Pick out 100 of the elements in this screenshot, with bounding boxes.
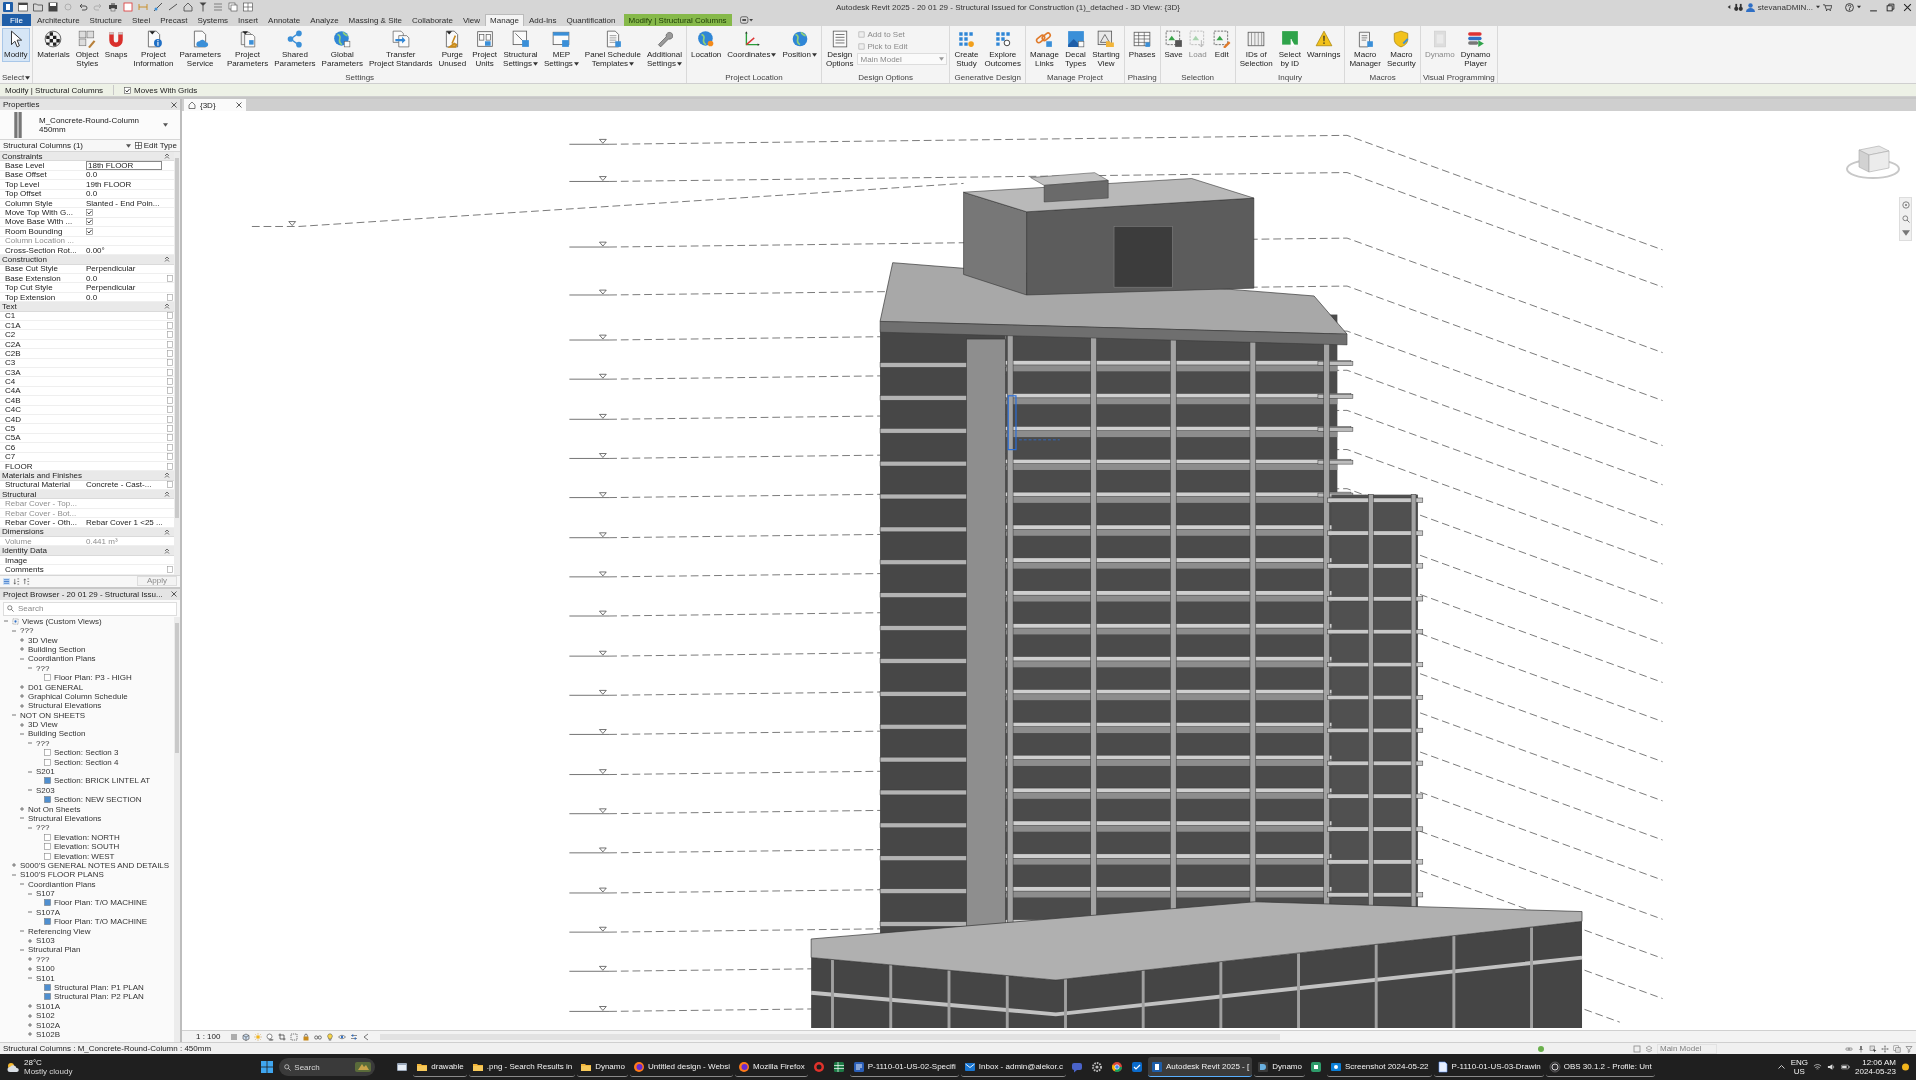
ribbon-button[interactable]: Structural Settings <box>501 28 540 71</box>
frame-icon[interactable] <box>290 1032 299 1041</box>
parameter-button[interactable] <box>167 462 173 470</box>
weather-cloud-icon[interactable] <box>6 1061 20 1073</box>
parameter-button[interactable] <box>167 359 173 367</box>
tree-item[interactable]: S102 <box>36 1011 55 1021</box>
collapse-icon[interactable] <box>11 627 17 634</box>
parameter-button[interactable] <box>167 443 173 451</box>
help-icon[interactable] <box>1845 2 1854 12</box>
parameter-button[interactable] <box>167 434 173 442</box>
expand-icon[interactable] <box>19 637 25 644</box>
ribbon-button[interactable]: Modify <box>2 28 30 62</box>
tree-item[interactable]: S000'S GENERAL NOTES AND DETAILS <box>20 860 170 870</box>
lock-icon[interactable] <box>302 1032 311 1041</box>
property-group-header[interactable]: Materials and Finishes <box>0 471 174 481</box>
ribbon-button[interactable]: Phases <box>1126 28 1158 62</box>
parameter-button[interactable] <box>167 312 173 320</box>
ribbon-button[interactable]: Additional Settings <box>644 28 685 71</box>
tree-item[interactable]: 3D View <box>28 720 58 730</box>
parameter-button[interactable] <box>167 378 173 386</box>
ribbon-tab[interactable]: Annotate <box>263 14 306 26</box>
expand-icon[interactable] <box>19 721 25 728</box>
ribbon-button[interactable]: Dynamo Player <box>1458 28 1493 71</box>
taskbar-button[interactable]: Dynamo <box>1254 1057 1305 1077</box>
ribbon-tab[interactable]: Add-Ins <box>524 14 562 26</box>
weather-temperature[interactable]: 28°C <box>24 1058 73 1067</box>
tree-item[interactable]: S203 <box>36 785 55 795</box>
tree-item[interactable]: Coordiantion Plans <box>28 654 96 664</box>
scrollbar-thumb[interactable] <box>175 622 179 753</box>
clock-time[interactable]: 12:06 AM <box>1862 1058 1896 1067</box>
tiled-windows-icon[interactable] <box>243 2 253 12</box>
lines-icon[interactable] <box>230 1032 239 1041</box>
checkbox[interactable] <box>86 209 93 217</box>
caret-icon[interactable] <box>1726 5 1731 9</box>
type-selector[interactable]: M_Concrete-Round-Column 450mm <box>0 110 180 140</box>
expand-icon[interactable] <box>27 1031 33 1038</box>
tree-item[interactable]: Coordiantion Plans <box>28 879 96 889</box>
property-group-header[interactable]: Identity Data <box>0 546 174 556</box>
taskbar-button[interactable]: Inbox - admin@alekor.c <box>960 1057 1066 1077</box>
parameter-button[interactable] <box>167 425 173 432</box>
network-icon[interactable] <box>1537 1044 1545 1053</box>
ribbon-button[interactable]: Project Information <box>131 28 176 71</box>
tree-item[interactable]: S100 <box>36 964 55 974</box>
collapse-icon[interactable] <box>19 881 25 888</box>
ribbon-button[interactable]: Location <box>689 28 724 62</box>
tree-item[interactable]: Structural Elevations <box>28 701 102 711</box>
tree-item[interactable]: Floor Plan: P3 - HIGH <box>54 673 132 683</box>
ribbon-button[interactable]: Transfer Project Standards <box>366 28 435 71</box>
parameter-button[interactable] <box>167 349 173 357</box>
taskbar-button[interactable]: Autodesk Revit 2025 - [ <box>1148 1057 1253 1077</box>
tree-item[interactable]: S101A <box>36 1001 61 1011</box>
ribbon-button[interactable]: Save <box>1162 28 1185 62</box>
property-group-header[interactable]: Structural <box>0 490 174 500</box>
scrollbar[interactable] <box>174 152 180 575</box>
expand-icon[interactable] <box>19 646 25 653</box>
tree-item[interactable]: S102A <box>36 1020 61 1030</box>
tree-item[interactable]: S100'S FLOOR PLANS <box>20 870 104 880</box>
tree-item[interactable]: D01 GENERAL <box>28 682 84 692</box>
tree-item[interactable]: Floor Plan: T/O MACHINE <box>54 917 148 927</box>
categorize-icon[interactable] <box>3 577 10 585</box>
collapse-icon[interactable] <box>19 946 25 953</box>
sort-descending-icon[interactable] <box>23 577 30 585</box>
ribbon-tab[interactable]: Collaborate <box>406 14 458 26</box>
tree-item[interactable]: Graphical Column Schedule <box>28 691 128 701</box>
collapse-icon[interactable] <box>19 928 25 935</box>
face-select-icon[interactable] <box>1869 1044 1877 1053</box>
parameter-button[interactable] <box>167 396 173 404</box>
lightbulb-icon[interactable] <box>326 1032 335 1041</box>
windows-start-icon[interactable] <box>261 1061 274 1073</box>
ribbon-tab[interactable]: Quantification <box>561 14 621 26</box>
expand-icon[interactable] <box>27 1012 33 1019</box>
window-icon[interactable] <box>18 2 28 12</box>
ribbon-button[interactable]: Panel Schedule Templates <box>582 28 643 71</box>
document-tab[interactable]: {3D} <box>184 99 246 111</box>
tree-item[interactable]: Floor Plan: T/O MACHINE <box>54 898 148 908</box>
expand-icon[interactable] <box>19 702 25 709</box>
tree-item[interactable]: Views (Custom Views) <box>22 616 102 626</box>
cube-icon[interactable] <box>242 1032 251 1041</box>
ribbon-tab[interactable]: Massing & Site <box>343 14 407 26</box>
filter-icon[interactable] <box>1905 1044 1913 1053</box>
tree-item[interactable]: ??? <box>36 823 50 833</box>
ribbon-tab[interactable]: View <box>457 14 486 26</box>
ribbon-button[interactable]: Position <box>780 28 819 62</box>
collapse-icon[interactable] <box>3 618 9 625</box>
property-group-header[interactable]: Text <box>0 302 174 312</box>
collapse-icon[interactable] <box>27 909 33 916</box>
tree-item[interactable]: Section: Section 3 <box>54 748 119 758</box>
save-icon[interactable] <box>48 2 58 12</box>
binoculars-icon[interactable] <box>1733 2 1743 12</box>
speaker-icon[interactable] <box>1827 1063 1837 1071</box>
tree-item[interactable]: Elevation: WEST <box>54 851 115 861</box>
underlay-icon[interactable] <box>1893 1044 1901 1053</box>
restore-icon[interactable] <box>1886 2 1895 12</box>
expand-icon[interactable] <box>19 693 25 700</box>
ribbon-button[interactable]: Object Styles <box>73 28 101 71</box>
pin-icon[interactable] <box>1857 1044 1865 1053</box>
tree-item[interactable]: S101 <box>36 973 55 983</box>
tree-item[interactable]: ??? <box>36 954 50 964</box>
ribbon-button[interactable]: Materials <box>35 28 72 62</box>
ribbon-button[interactable]: Snaps <box>102 28 130 62</box>
